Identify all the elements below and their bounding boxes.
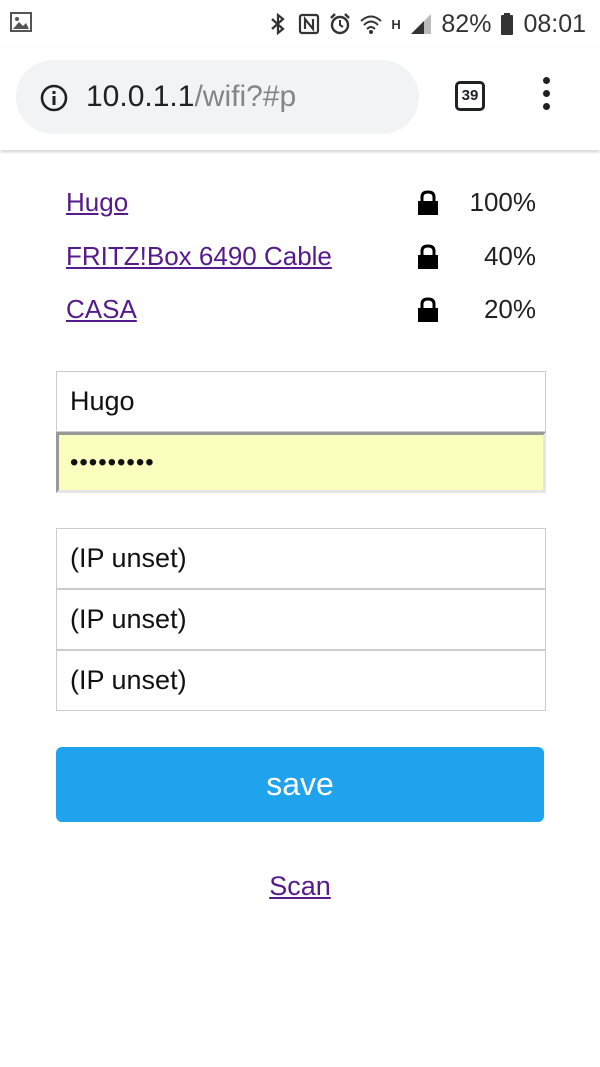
network-row: Hugo 100% xyxy=(66,182,536,222)
wifi-icon xyxy=(360,15,383,34)
url-text[interactable]: 10.0.1.1/wifi?#p xyxy=(86,77,296,117)
network-row: CASA 20% xyxy=(66,289,536,329)
network-type-label: H xyxy=(391,16,401,32)
network-link[interactable]: Hugo xyxy=(66,182,128,222)
save-button[interactable]: save xyxy=(56,747,544,822)
scan-link-container: Scan xyxy=(0,866,600,906)
image-notification-icon xyxy=(10,12,32,32)
subnet-input[interactable]: (IP unset) xyxy=(56,650,546,711)
signal-icon xyxy=(411,14,432,34)
network-row: FRITZ!Box 6490 Cable 40% xyxy=(66,236,536,276)
ip-input[interactable]: (IP unset) xyxy=(56,528,546,589)
lock-icon xyxy=(418,297,438,322)
lock-icon xyxy=(418,244,438,269)
signal-quality: 20% xyxy=(483,294,536,324)
ssid-input[interactable]: Hugo xyxy=(56,371,546,432)
gateway-input[interactable]: (IP unset) xyxy=(56,589,546,650)
info-icon[interactable] xyxy=(40,84,68,112)
nfc-icon xyxy=(299,13,320,35)
more-menu-icon[interactable] xyxy=(538,77,554,117)
signal-quality: 100% xyxy=(469,187,537,217)
address-bar[interactable]: 10.0.1.1/wifi?#p xyxy=(16,60,419,134)
network-link[interactable]: CASA xyxy=(66,289,137,329)
bluetooth-icon xyxy=(271,12,286,36)
signal-quality: 40% xyxy=(483,241,536,271)
password-input[interactable]: ••••••••• xyxy=(56,432,546,493)
alarm-icon xyxy=(330,13,351,35)
battery-icon xyxy=(501,13,514,35)
browser-toolbar: 10.0.1.1/wifi?#p 39 xyxy=(0,48,600,150)
lock-icon xyxy=(418,190,438,215)
url-host: 10.0.1.1 xyxy=(86,80,195,113)
battery-percentage: 82% xyxy=(441,9,492,38)
scan-link[interactable]: Scan xyxy=(269,871,331,901)
url-path: /wifi?#p xyxy=(194,80,297,113)
clock: 08:01 xyxy=(523,9,586,38)
status-bar: H 82% 08:01 xyxy=(0,0,600,48)
network-link[interactable]: FRITZ!Box 6490 Cable xyxy=(66,236,332,276)
tab-switcher-button[interactable]: 39 xyxy=(455,81,485,111)
